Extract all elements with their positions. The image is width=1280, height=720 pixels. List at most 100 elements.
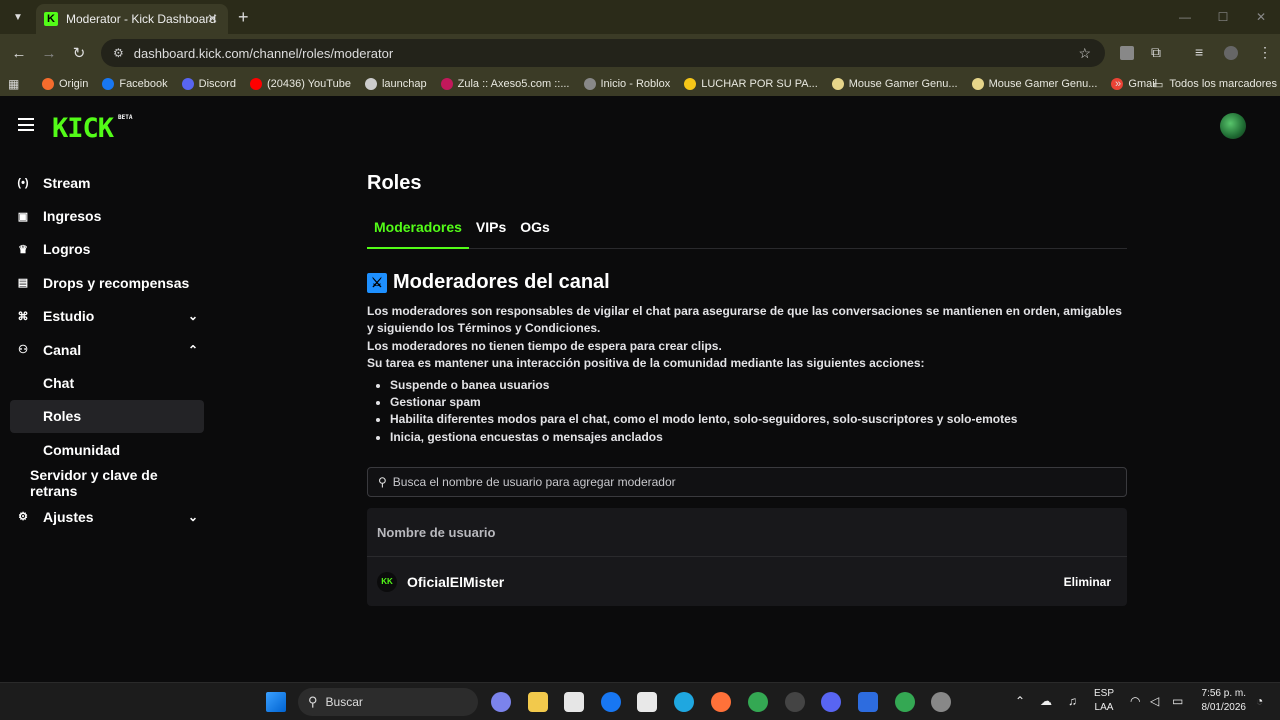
taskbar-search[interactable]: ⚲ Buscar xyxy=(298,688,478,716)
trophy-icon: ♛ xyxy=(18,243,28,256)
media-icon[interactable]: ≡ xyxy=(1195,44,1203,60)
moderator-search-input[interactable]: ⚲ Busca el nombre de usuario para agrega… xyxy=(367,467,1127,498)
menu-dots-icon[interactable]: ⋮ xyxy=(1258,44,1272,61)
folder-icon: ▭ xyxy=(1153,78,1164,91)
sidebar-item-servidor[interactable]: Servidor y clave de retrans xyxy=(10,467,204,500)
duties-list: Suspende o banea usuarios Gestionar spam… xyxy=(367,377,1127,447)
wifi-icon[interactable]: ◠ xyxy=(1130,694,1140,708)
hamburger-menu-icon[interactable] xyxy=(18,118,34,131)
sidebar-item-logros[interactable]: ♛ Logros xyxy=(10,233,204,266)
bookmark-item[interactable]: Mouse Gamer Genu... xyxy=(971,78,1097,90)
puzzle-icon[interactable]: ⧉ xyxy=(1151,44,1161,61)
site-info-icon[interactable]: ⚙ xyxy=(113,46,124,60)
tray-app-icon[interactable]: ☁ xyxy=(1040,694,1052,708)
remove-moderator-button[interactable]: Eliminar xyxy=(1056,569,1119,595)
sidebar-item-drops[interactable]: ▤ Drops y recompensas xyxy=(10,266,204,299)
bookmark-item[interactable]: Discord xyxy=(181,78,236,90)
table-header: Nombre de usuario xyxy=(367,508,1127,558)
bookmark-item[interactable]: Origin xyxy=(42,78,88,90)
bookmark-item[interactable]: Facebook xyxy=(102,78,168,90)
roblox-icon[interactable] xyxy=(858,692,878,712)
settings-icon[interactable] xyxy=(931,692,951,712)
beta-badge: BETA xyxy=(118,114,133,121)
bookmark-item[interactable]: LUCHAR POR SU PA... xyxy=(684,78,818,90)
teams-icon[interactable] xyxy=(491,692,511,712)
battery-icon[interactable]: ▭ xyxy=(1172,694,1183,708)
url-bar[interactable]: ⚙ dashboard.kick.com/channel/roles/moder… xyxy=(101,39,1105,67)
sidebar-item-roles[interactable]: Roles xyxy=(10,399,204,434)
file-explorer-icon[interactable] xyxy=(528,692,548,712)
sidebar-item-stream[interactable]: (•) Stream xyxy=(10,166,204,199)
discord-icon[interactable] xyxy=(821,692,841,712)
notifications-icon[interactable]: ◔ xyxy=(1256,694,1263,708)
sidebar-item-estudio[interactable]: ⌘ Estudio ⌄ xyxy=(10,300,204,333)
sidebar-item-chat[interactable]: Chat xyxy=(10,366,204,399)
microphone-icon[interactable]: ♫ xyxy=(1068,694,1077,708)
bookmark-item[interactable]: Inicio - Roblox xyxy=(583,78,670,90)
kick-logo[interactable]: KICK BETA xyxy=(52,113,132,144)
bookmarks-bar: ▦ Origin Facebook Discord (20436) YouTube la… xyxy=(0,72,1280,96)
sidebar-item-comunidad[interactable]: Comunidad xyxy=(10,433,204,466)
chart-icon: ▣ xyxy=(17,210,29,223)
chrome-active-icon[interactable] xyxy=(895,692,915,712)
more-bookmarks-icon[interactable]: » xyxy=(1115,78,1121,90)
language-indicator[interactable]: ESP LAA xyxy=(1094,687,1114,715)
section-title: ⚔ Moderadores del canal xyxy=(367,271,1127,294)
bookmark-item[interactable]: (20436) YouTube xyxy=(249,78,351,90)
sidebar-item-ingresos[interactable]: ▣ Ingresos xyxy=(10,199,204,232)
bookmark-star-icon[interactable]: ☆ xyxy=(1078,45,1091,62)
edge-icon[interactable] xyxy=(674,692,694,712)
clock[interactable]: 7:56 p. m. 8/01/2026 xyxy=(1196,687,1247,715)
moderator-name[interactable]: OficialElMister xyxy=(407,574,504,590)
user-avatar[interactable] xyxy=(1220,113,1246,139)
close-tab-icon[interactable]: ✕ xyxy=(207,11,218,27)
bookmark-item[interactable]: Zula :: Axeso5.com ::... xyxy=(440,78,570,90)
firefox-icon[interactable] xyxy=(711,692,731,712)
browser-tab[interactable]: K Moderator - Kick Dashboard ✕ xyxy=(36,4,228,34)
all-bookmarks-folder[interactable]: ▭ Todos los marcadores xyxy=(1153,78,1277,91)
list-item: Habilita diferentes modos para el chat, … xyxy=(390,411,1127,428)
facebook-icon[interactable] xyxy=(601,692,621,712)
kick-favicon-icon: K xyxy=(44,12,58,26)
minimize-icon[interactable]: — xyxy=(1166,0,1204,34)
tab-ogs[interactable]: OGs xyxy=(513,219,557,249)
list-item: Suspende o banea usuarios xyxy=(390,377,1127,394)
close-window-icon[interactable]: ✕ xyxy=(1242,0,1280,34)
reload-icon[interactable]: ↻ xyxy=(64,44,94,62)
search-icon: ⚲ xyxy=(378,475,387,490)
chevron-down-icon: ⌄ xyxy=(187,309,198,324)
apps-grid-icon[interactable]: ▦ xyxy=(8,77,24,91)
sidebar-item-canal[interactable]: ⚇ Canal ⌃ xyxy=(10,333,204,366)
volume-icon[interactable]: ◁ xyxy=(1150,694,1159,708)
windows-start-icon[interactable] xyxy=(266,692,286,712)
chevron-down-icon: ⌄ xyxy=(187,509,198,524)
address-toolbar: ← → ↻ ⚙ dashboard.kick.com/channel/roles… xyxy=(0,34,1280,72)
tray-expand-icon[interactable]: ⌃ xyxy=(1015,694,1025,708)
bookmark-item[interactable]: Mouse Gamer Genu... xyxy=(831,78,958,90)
studio-icon: ⌘ xyxy=(17,310,29,323)
chevron-up-icon: ⌃ xyxy=(187,342,198,357)
bookmark-favicon-icon xyxy=(364,78,377,90)
store-icon[interactable] xyxy=(564,692,584,712)
list-item: Gestionar spam xyxy=(390,394,1127,411)
back-icon[interactable]: ← xyxy=(4,45,34,62)
app-icon[interactable] xyxy=(785,692,805,712)
extension-icon[interactable] xyxy=(1120,46,1134,60)
maximize-icon[interactable]: ☐ xyxy=(1204,0,1242,34)
chrome-icon[interactable] xyxy=(748,692,768,712)
sidebar: (•) Stream ▣ Ingresos ♛ Logros ▤ Drops y… xyxy=(10,166,204,533)
tab-vips[interactable]: VIPs xyxy=(469,219,513,249)
forward-icon[interactable]: → xyxy=(34,45,64,62)
tab-search-icon[interactable]: ▼ xyxy=(6,5,30,29)
new-tab-icon[interactable]: + xyxy=(238,7,249,28)
windows-taskbar: ⚲ Buscar ⌃ ☁ ♫ ESP LAA ◠ ◁ ▭ 7:56 p. m. … xyxy=(0,682,1280,720)
bookmark-favicon-icon xyxy=(181,78,194,90)
sidebar-item-ajustes[interactable]: ⚙ Ajustes ⌄ xyxy=(10,500,204,533)
profile-icon[interactable] xyxy=(1224,46,1238,60)
bookmark-item[interactable]: launchap xyxy=(364,78,427,90)
app-icon[interactable] xyxy=(637,692,657,712)
main-content: Roles Moderadores VIPs OGs ⚔ Moderadores… xyxy=(367,166,1127,607)
bookmark-favicon-icon xyxy=(583,78,596,90)
list-item: Inicia, gestiona encuestas o mensajes an… xyxy=(390,429,1127,446)
tab-moderadores[interactable]: Moderadores xyxy=(367,219,469,249)
